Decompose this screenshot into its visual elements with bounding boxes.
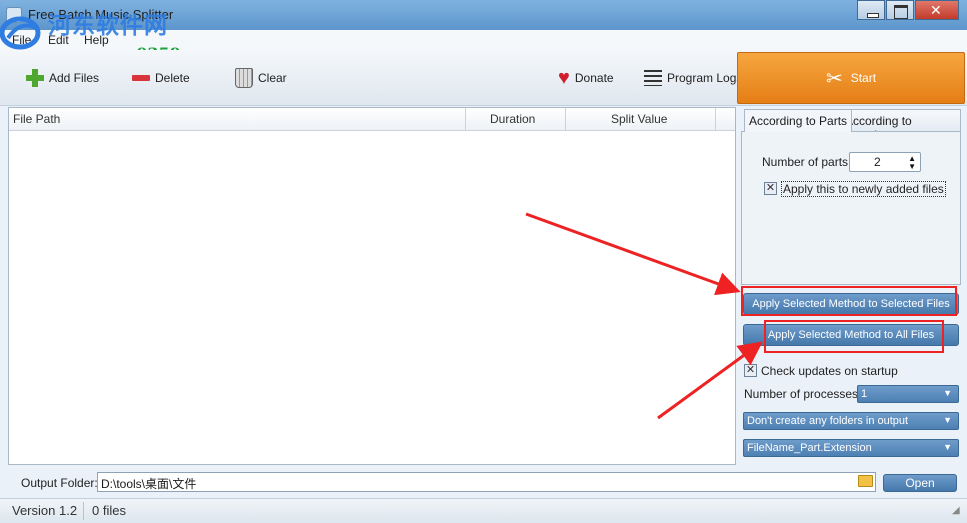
filename-pattern-value: FileName_Part.Extension xyxy=(747,442,872,454)
program-logs-button[interactable]: Program Logs xyxy=(644,67,742,89)
resize-grip-icon[interactable]: ◢ xyxy=(952,505,960,516)
open-button[interactable]: Open xyxy=(883,474,957,492)
column-divider[interactable] xyxy=(465,108,466,131)
split-method-tabs: According to Parts According to Duration… xyxy=(741,109,961,285)
annotation-highlight-box xyxy=(764,320,944,353)
folder-option-select[interactable]: Don't create any folders in output ▼ xyxy=(743,412,959,430)
tab-content: Number of parts: 2 ▲ ▼ ✕ Apply this to n… xyxy=(741,131,961,285)
chevron-down-icon: ▼ xyxy=(943,442,952,452)
close-button[interactable] xyxy=(915,0,959,20)
check-updates-label: Check updates on startup xyxy=(761,364,898,378)
file-list[interactable]: File Path Duration Split Value xyxy=(8,107,736,465)
start-label: Start xyxy=(850,71,877,85)
output-folder-input[interactable]: D:\tools\桌面\文件 xyxy=(97,472,876,492)
folder-icon[interactable] xyxy=(858,475,873,487)
column-split-value[interactable]: Split Value xyxy=(611,112,667,126)
donate-button[interactable]: ♥ Donate xyxy=(558,67,614,89)
minimize-button[interactable] xyxy=(857,0,885,20)
delete-icon xyxy=(132,75,150,81)
add-files-label: Add Files xyxy=(49,71,100,85)
decrement-arrow-icon[interactable]: ▼ xyxy=(908,163,916,171)
file-list-header: File Path Duration Split Value xyxy=(9,108,735,131)
donate-label: Donate xyxy=(574,71,614,85)
version-text: Version 1.2 xyxy=(12,503,78,518)
processes-value: 1 xyxy=(861,388,868,400)
chevron-down-icon: ▼ xyxy=(943,415,952,425)
column-divider[interactable] xyxy=(715,108,716,131)
status-bar: Version 1.2 0 files ◢ xyxy=(0,498,967,523)
heart-icon: ♥ xyxy=(558,67,570,89)
tab-according-to-parts[interactable]: According to Parts xyxy=(744,109,853,132)
delete-label: Delete xyxy=(155,71,190,85)
clear-button[interactable]: Clear xyxy=(235,67,287,89)
number-of-parts-label: Number of parts: xyxy=(762,155,852,169)
clear-label: Clear xyxy=(258,71,287,85)
maximize-button[interactable] xyxy=(886,0,914,20)
number-of-parts-stepper[interactable]: 2 ▲ ▼ xyxy=(849,152,921,172)
add-icon xyxy=(26,69,44,87)
number-of-parts-value: 2 xyxy=(874,155,881,169)
annotation-highlight-box xyxy=(741,286,957,316)
status-divider xyxy=(83,502,84,520)
window-controls xyxy=(857,0,959,20)
delete-button[interactable]: Delete xyxy=(132,67,190,89)
apply-new-files-label[interactable]: Apply this to newly added files xyxy=(781,181,946,197)
check-updates-checkbox[interactable]: ✕ xyxy=(744,364,757,377)
column-file-path[interactable]: File Path xyxy=(13,112,60,126)
file-count-text: 0 files xyxy=(92,503,126,518)
filename-pattern-select[interactable]: FileName_Part.Extension ▼ xyxy=(743,439,959,457)
scissors-icon: ✂ xyxy=(825,67,843,90)
apply-new-files-checkbox[interactable]: ✕ xyxy=(764,182,777,195)
column-divider[interactable] xyxy=(565,108,566,131)
chevron-down-icon: ▼ xyxy=(943,388,952,398)
program-logs-label: Program Logs xyxy=(667,71,743,85)
tab-according-to-duration[interactable]: According to Duration xyxy=(840,109,961,142)
watermark-text: 河东软件网 xyxy=(48,12,168,39)
folder-option-value: Don't create any folders in output xyxy=(747,415,909,427)
add-files-button[interactable]: Add Files xyxy=(26,67,99,89)
log-icon xyxy=(644,70,662,86)
output-folder-label: Output Folder: xyxy=(21,476,98,490)
trash-icon xyxy=(235,68,253,88)
output-folder-path: D:\tools\桌面\文件 xyxy=(101,477,197,491)
processes-select[interactable]: 1 ▼ xyxy=(857,385,959,403)
column-duration[interactable]: Duration xyxy=(490,112,535,126)
processes-label: Number of processes: xyxy=(744,387,862,401)
watermark-logo xyxy=(0,16,41,50)
start-button[interactable]: ✂ Start xyxy=(737,52,965,104)
